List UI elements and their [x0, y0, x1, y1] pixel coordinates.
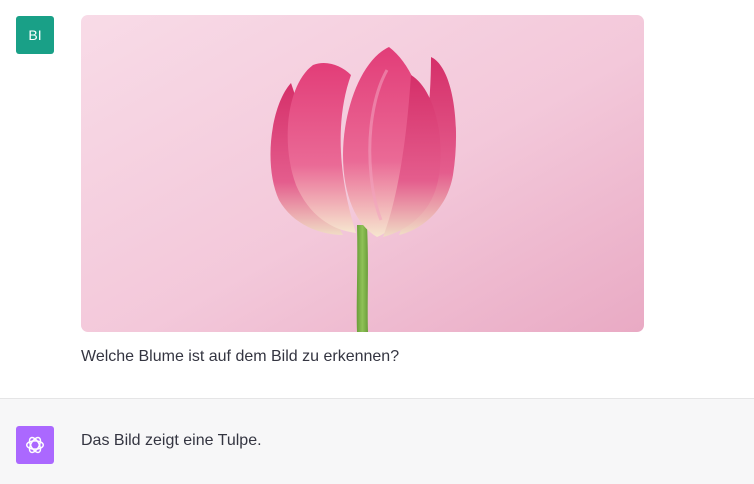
attached-image[interactable]: [81, 15, 644, 332]
openai-logo-icon: [26, 436, 44, 454]
user-message-text: Welche Blume ist auf dem Bild zu erkenne…: [81, 348, 400, 365]
user-avatar-initials: BI: [28, 27, 42, 43]
user-avatar: BI: [16, 16, 54, 54]
assistant-avatar: [16, 426, 54, 464]
tulip-image: [81, 15, 644, 332]
assistant-message-text: Das Bild zeigt eine Tulpe.: [81, 432, 262, 449]
